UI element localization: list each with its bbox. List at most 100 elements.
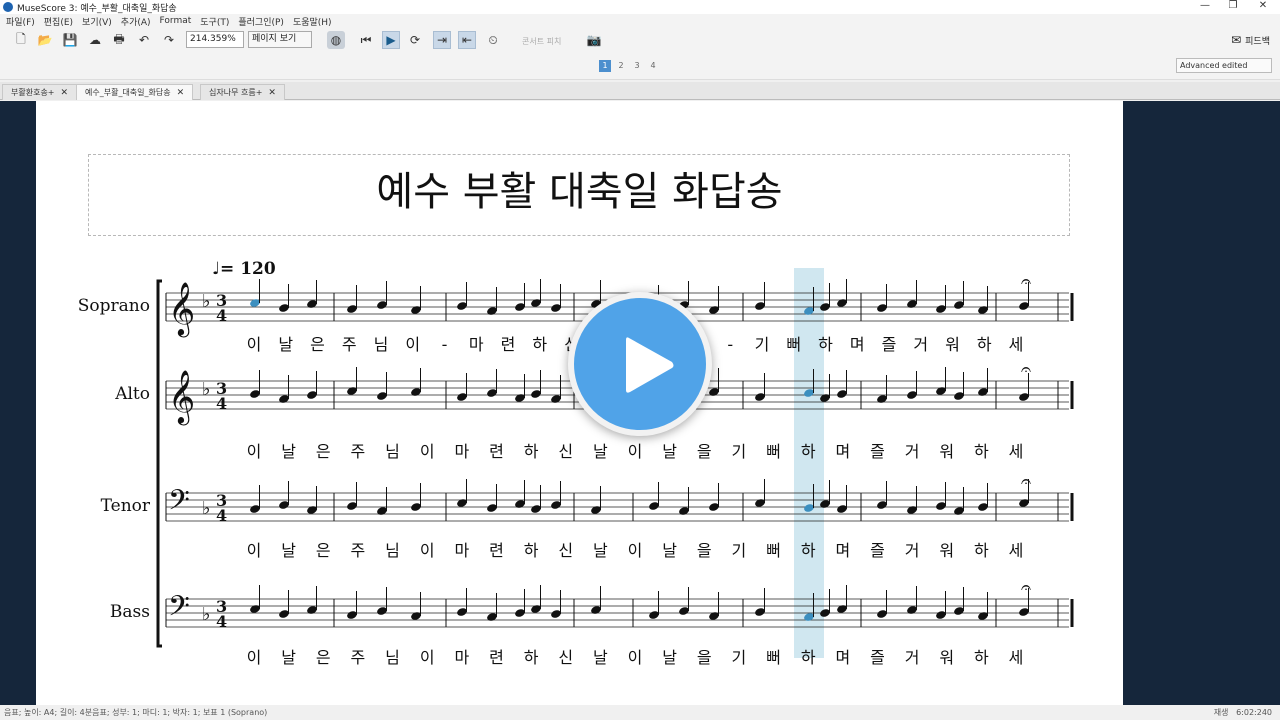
- menu-file[interactable]: 파일(F): [6, 15, 35, 28]
- rewind-icon[interactable]: ⏮: [357, 31, 375, 49]
- fermata-icon: 𝄐: [1021, 271, 1031, 292]
- save-icon[interactable]: 💾: [61, 31, 79, 49]
- lyric-syllable: 은: [316, 442, 331, 461]
- redo-icon[interactable]: ↷: [160, 31, 178, 49]
- lyric-syllable: 련: [489, 648, 504, 667]
- lyric-syllable: 기: [732, 648, 747, 667]
- lyric-syllable: 거: [905, 442, 920, 461]
- lyric-syllable: 신: [558, 442, 573, 461]
- lyric-syllable: 하: [801, 442, 816, 461]
- playback-cursor: [794, 268, 824, 658]
- print-icon[interactable]: 🖶: [110, 31, 128, 49]
- menu-bar: 파일(F) 편집(E) 보기(V) 추가(A) Format 도구(T) 플러그…: [0, 14, 1280, 28]
- lyric-syllable: 이: [420, 442, 435, 461]
- tab-score-2[interactable]: 예수_부활_대축일_화답송 ✕: [76, 84, 194, 100]
- tab-score-3[interactable]: 십자나무 흐름+ ✕: [200, 84, 285, 100]
- lyric-syllable: 마: [454, 442, 469, 461]
- menu-plugins[interactable]: 플러그인(P): [238, 15, 284, 28]
- window-titlebar: MuseScore 3: 예수_부활_대축일_화답송 — ❐ ✕: [0, 0, 1280, 14]
- cloud-upload-icon[interactable]: ☁: [86, 31, 104, 49]
- lyric-syllable: 하: [532, 335, 547, 354]
- lyric-syllable: 세: [1009, 541, 1024, 560]
- status-text: 음표; 높이: A4; 길이: 4분음표; 성부: 1; 마디: 1; 박자: …: [4, 708, 268, 717]
- menu-tools[interactable]: 도구(T): [200, 15, 229, 28]
- voice-3-button[interactable]: 3: [631, 60, 643, 72]
- menu-help[interactable]: 도움말(H): [293, 15, 332, 28]
- key-flat-icon: ♭: [202, 498, 211, 519]
- close-icon[interactable]: ✕: [177, 88, 185, 98]
- lyric-syllable: 을: [697, 442, 712, 461]
- system-bracket: [156, 279, 162, 648]
- voice-1-button[interactable]: 1: [599, 60, 611, 72]
- close-window-button[interactable]: ✕: [1248, 0, 1278, 11]
- lyric-syllable: 뻐: [786, 335, 801, 354]
- tab-score-1[interactable]: 부활환호송+ ✕: [2, 84, 78, 100]
- time-sig-bottom: 4: [216, 394, 227, 413]
- workspace-select[interactable]: Advanced edited: [1176, 58, 1272, 73]
- lyric-syllable: 날: [662, 442, 677, 461]
- menu-edit[interactable]: 편집(E): [44, 15, 73, 28]
- concert-pitch-toggle[interactable]: 콘서트 피치: [522, 36, 561, 47]
- lyric-syllable: 기: [732, 541, 747, 560]
- score-tabs: 부활환호송+ ✕ 예수_부활_대축일_화답송 ✕ 십자나무 흐름+ ✕: [0, 82, 1280, 100]
- video-play-button[interactable]: [568, 292, 712, 436]
- loop-in-icon[interactable]: ⇥: [433, 31, 451, 49]
- metronome-icon[interactable]: ⏲: [484, 31, 502, 49]
- lyric-syllable: 날: [278, 335, 293, 354]
- staff-name: Soprano: [78, 296, 150, 316]
- view-mode-select[interactable]: 페이지 보기: [248, 31, 312, 48]
- playback-options-icon[interactable]: ◍: [327, 31, 345, 49]
- fermata-icon: 𝄐: [1021, 577, 1031, 598]
- lyric-syllable: 하: [818, 335, 833, 354]
- image-capture-icon[interactable]: 📷: [585, 31, 603, 49]
- menu-view[interactable]: 보기(V): [82, 15, 112, 28]
- loop-out-icon[interactable]: ⇤: [458, 31, 476, 49]
- new-file-icon[interactable]: 🗋: [12, 31, 30, 49]
- lyric-syllable: 세: [1009, 335, 1024, 354]
- key-flat-icon: ♭: [202, 379, 211, 400]
- lyric-syllable: 신: [558, 648, 573, 667]
- clef-icon: 𝄢: [168, 590, 190, 630]
- tab-label: 예수_부활_대축일_화답송: [85, 88, 171, 97]
- minimize-button[interactable]: —: [1190, 0, 1220, 11]
- voice-4-button[interactable]: 4: [647, 60, 659, 72]
- zoom-input[interactable]: 214.359%: [186, 31, 244, 48]
- lyric-syllable: 날: [593, 541, 608, 560]
- key-flat-icon: ♭: [202, 604, 211, 625]
- lyric-syllable: 거: [905, 648, 920, 667]
- lyric-syllable: 마: [454, 541, 469, 560]
- lyric-syllable: 며: [835, 648, 850, 667]
- lyric-syllable: 뻐: [766, 541, 781, 560]
- musescore-logo-icon: [3, 2, 13, 12]
- time-sig-bottom: 4: [216, 506, 227, 525]
- open-folder-icon[interactable]: 📂: [36, 31, 54, 49]
- staff-name: Alto: [114, 384, 150, 404]
- loop-icon[interactable]: ⟳: [406, 31, 424, 49]
- menu-format[interactable]: Format: [160, 16, 192, 26]
- lyric-syllable: 님: [385, 442, 400, 461]
- feedback-button[interactable]: ✉ 피드백: [1231, 33, 1270, 47]
- lyric-syllable: 이: [247, 541, 262, 560]
- close-icon[interactable]: ✕: [268, 88, 276, 98]
- voice-2-button[interactable]: 2: [615, 60, 627, 72]
- menu-add[interactable]: 추가(A): [121, 15, 151, 28]
- lyric-syllable: 세: [1009, 648, 1024, 667]
- lyric-syllable: 은: [310, 335, 325, 354]
- undo-icon[interactable]: ↶: [135, 31, 153, 49]
- key-flat-icon: ♭: [202, 291, 211, 312]
- lyric-syllable: 이: [628, 541, 643, 560]
- staff-name: Bass: [110, 602, 150, 622]
- lyric-syllable: 며: [835, 541, 850, 560]
- lyric-syllable: 이: [247, 442, 262, 461]
- lyric-syllable: 님: [385, 541, 400, 560]
- lyric-syllable: 날: [593, 648, 608, 667]
- lyric-syllable: 거: [913, 335, 928, 354]
- lyric-syllable: 하: [524, 648, 539, 667]
- lyric-syllable: 이: [247, 648, 262, 667]
- lyric-syllable: 거: [905, 541, 920, 560]
- lyric-syllable: 을: [697, 648, 712, 667]
- lyric-syllable: 하: [977, 335, 992, 354]
- close-icon[interactable]: ✕: [61, 88, 69, 98]
- maximize-button[interactable]: ❐: [1218, 0, 1248, 11]
- play-icon[interactable]: ▶: [382, 31, 400, 49]
